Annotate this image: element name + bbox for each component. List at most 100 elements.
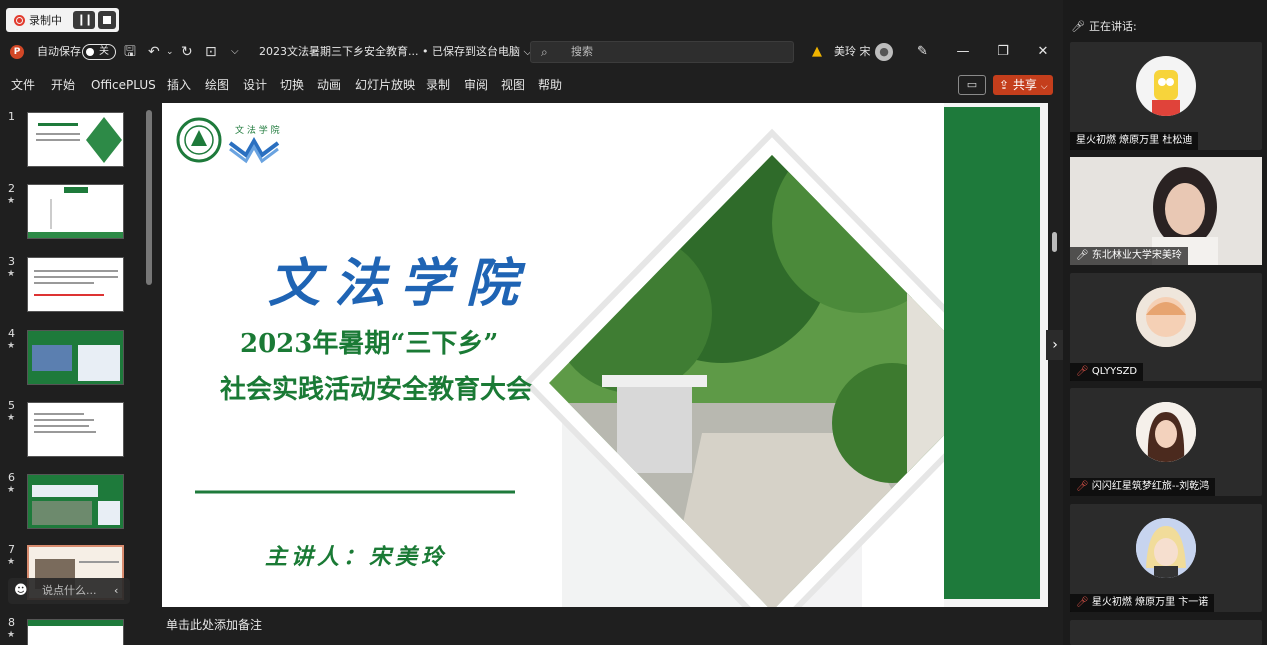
slide-canvas[interactable]: 知 圈 文 法 学 院 文法学院 2023年暑期“三下乡” 社会实践活动安全教育…: [162, 103, 944, 607]
slide-thumbnail-1[interactable]: [27, 112, 124, 167]
redo-icon[interactable]: ↻: [181, 38, 193, 66]
participant-name-text: QLYYSZD: [1091, 366, 1138, 377]
search-input[interactable]: ⌕ 搜索: [530, 41, 794, 63]
tab-help[interactable]: 帮助: [538, 70, 562, 100]
tab-insert[interactable]: 插入: [167, 70, 191, 100]
participant-name: 🎤︎ 东北林业大学宋美玲: [1070, 247, 1188, 265]
participant-tile[interactable]: [1070, 620, 1262, 645]
customize-toolbar-icon[interactable]: ⌵: [231, 38, 239, 66]
comment-icon: ▭: [966, 78, 978, 91]
avatar: [1136, 287, 1196, 347]
emoji-icon[interactable]: ☻: [14, 578, 28, 604]
slide-thumbnail-8[interactable]: [27, 619, 124, 645]
restore-button[interactable]: ❐: [983, 38, 1023, 66]
document-title[interactable]: 2023文法暑期三下乡安全教育... • 已保存到这台电脑 ⌵: [259, 38, 532, 66]
chat-placeholder: 说点什么...: [42, 584, 97, 597]
participant-name-text: 闪闪红星筑梦红旅--刘乾鸿: [1091, 481, 1210, 492]
participant-tile-video[interactable]: 🎤︎ 东北林业大学宋美玲: [1070, 157, 1262, 265]
pause-button[interactable]: ❙❙: [73, 11, 95, 29]
tab-home[interactable]: 开始: [51, 70, 75, 100]
presenter-name: 主讲人：宋美玲: [265, 544, 448, 570]
search-icon: ⌕: [541, 45, 548, 59]
mic-muted-icon: 🎤︎: [1076, 481, 1089, 492]
minimize-button[interactable]: —: [943, 38, 983, 66]
slide-title-line1: 2023年暑期“三下乡”: [240, 329, 499, 359]
ribbon-tabs: 文件 开始 OfficePLUS 插入 绘图 设计 切换 动画 幻灯片放映 录制…: [0, 70, 1063, 100]
thumbnail-number: 4: [8, 327, 15, 340]
notes-pane[interactable]: 单击此处添加备注: [162, 613, 1042, 637]
save-icon[interactable]: 🖫: [124, 38, 136, 66]
comments-button[interactable]: ▭: [958, 75, 986, 95]
speaking-indicator: 🎤︎ 正在讲话:: [1063, 14, 1267, 40]
speaking-label: 正在讲话:: [1089, 20, 1137, 33]
animation-star-icon: ★: [7, 196, 16, 206]
slide-thumbnail-5[interactable]: [27, 402, 124, 457]
share-dropdown-icon: ⌵: [1040, 82, 1048, 92]
slide-thumbnail-3[interactable]: [27, 257, 124, 312]
participant-name: 🎤︎ QLYYSZD: [1070, 363, 1144, 381]
thumbnail-scrollbar[interactable]: [146, 110, 152, 285]
autosave-label: 自动保存: [37, 45, 81, 58]
tab-record[interactable]: 录制: [426, 70, 450, 100]
avatar: [1136, 56, 1196, 116]
participant-name: 星火初燃 燎原万里 杜松迪: [1070, 132, 1199, 150]
school-name: 文法学院: [268, 253, 533, 314]
faculty-logo-text: 文 法 学 院: [235, 124, 280, 136]
stop-button[interactable]: [98, 11, 116, 29]
user-avatar-icon[interactable]: ●: [875, 43, 893, 61]
undo-dropdown-icon[interactable]: ⌄: [166, 38, 174, 66]
participant-name-text: 东北林业大学宋美玲: [1091, 250, 1182, 261]
tab-file[interactable]: 文件: [11, 70, 35, 100]
user-name[interactable]: 美玲 宋: [834, 38, 871, 66]
tab-transitions[interactable]: 切换: [280, 70, 304, 100]
participant-tile[interactable]: 星火初燃 燎原万里 杜松迪: [1070, 42, 1262, 150]
thumbnail-number: 7: [8, 543, 15, 556]
slide-thumbnail-6[interactable]: [27, 474, 124, 529]
undo-icon[interactable]: ↶: [148, 38, 160, 66]
powerpoint-icon: P: [10, 45, 24, 59]
warning-icon[interactable]: ▲: [812, 38, 822, 66]
next-slide-arrow-icon[interactable]: ›: [1046, 330, 1064, 360]
animation-star-icon: ★: [7, 341, 16, 351]
slide-thumbnail-2[interactable]: [27, 184, 124, 239]
slide-scrollbar[interactable]: [1052, 232, 1057, 252]
pen-icon[interactable]: ✎: [917, 38, 928, 66]
thumbnail-number: 3: [8, 255, 15, 268]
share-button[interactable]: ⇪ 共享 ⌵: [993, 75, 1053, 95]
mic-muted-icon: 🎤︎: [1076, 366, 1089, 377]
slide-thumbnail-4[interactable]: [27, 330, 124, 385]
thumbnail-number: 1: [8, 110, 15, 123]
animation-star-icon: ★: [7, 413, 16, 423]
animation-star-icon: ★: [7, 630, 16, 640]
participant-tile[interactable]: 🎤︎ QLYYSZD: [1070, 273, 1262, 381]
tab-slideshow[interactable]: 幻灯片放映: [355, 70, 415, 100]
slide-green-accent: [944, 107, 1040, 599]
participant-tile[interactable]: 🎤︎ 星火初燃 燎原万里 卞一诺: [1070, 504, 1262, 612]
thumbnail-number: 2: [8, 182, 15, 195]
tab-officeplus[interactable]: OfficePLUS: [91, 70, 156, 100]
tab-animations[interactable]: 动画: [317, 70, 341, 100]
autosave-toggle[interactable]: 关: [82, 44, 116, 60]
animation-star-icon: ★: [7, 269, 16, 279]
participant-name: 🎤︎ 闪闪红星筑梦红旅--刘乾鸿: [1070, 478, 1216, 496]
record-icon: [14, 14, 25, 26]
close-button[interactable]: ✕: [1023, 38, 1063, 66]
mic-icon: 🎤︎: [1071, 20, 1085, 33]
slide-title-line2: 社会实践活动安全教育大会: [220, 375, 533, 405]
chat-input[interactable]: ☻ 说点什么... ‹: [8, 578, 130, 604]
tab-review[interactable]: 审阅: [464, 70, 488, 100]
thumbnail-number: 8: [8, 616, 15, 629]
search-placeholder: 搜索: [571, 45, 593, 58]
university-seal-icon: [176, 117, 222, 163]
tab-view[interactable]: 视图: [501, 70, 525, 100]
recording-label: 录制中: [29, 14, 62, 27]
share-label: 共享: [1012, 78, 1037, 92]
recording-bar: 录制中 ❙❙: [6, 8, 119, 32]
tab-design[interactable]: 设计: [243, 70, 267, 100]
participant-tile[interactable]: 🎤︎ 闪闪红星筑梦红旅--刘乾鸿: [1070, 388, 1262, 496]
mic-muted-icon: 🎤︎: [1076, 597, 1089, 608]
animation-star-icon: ★: [7, 485, 16, 495]
tab-draw[interactable]: 绘图: [205, 70, 229, 100]
present-from-start-icon[interactable]: ⊡: [205, 38, 217, 66]
collapse-chat-icon[interactable]: ‹: [114, 578, 118, 604]
